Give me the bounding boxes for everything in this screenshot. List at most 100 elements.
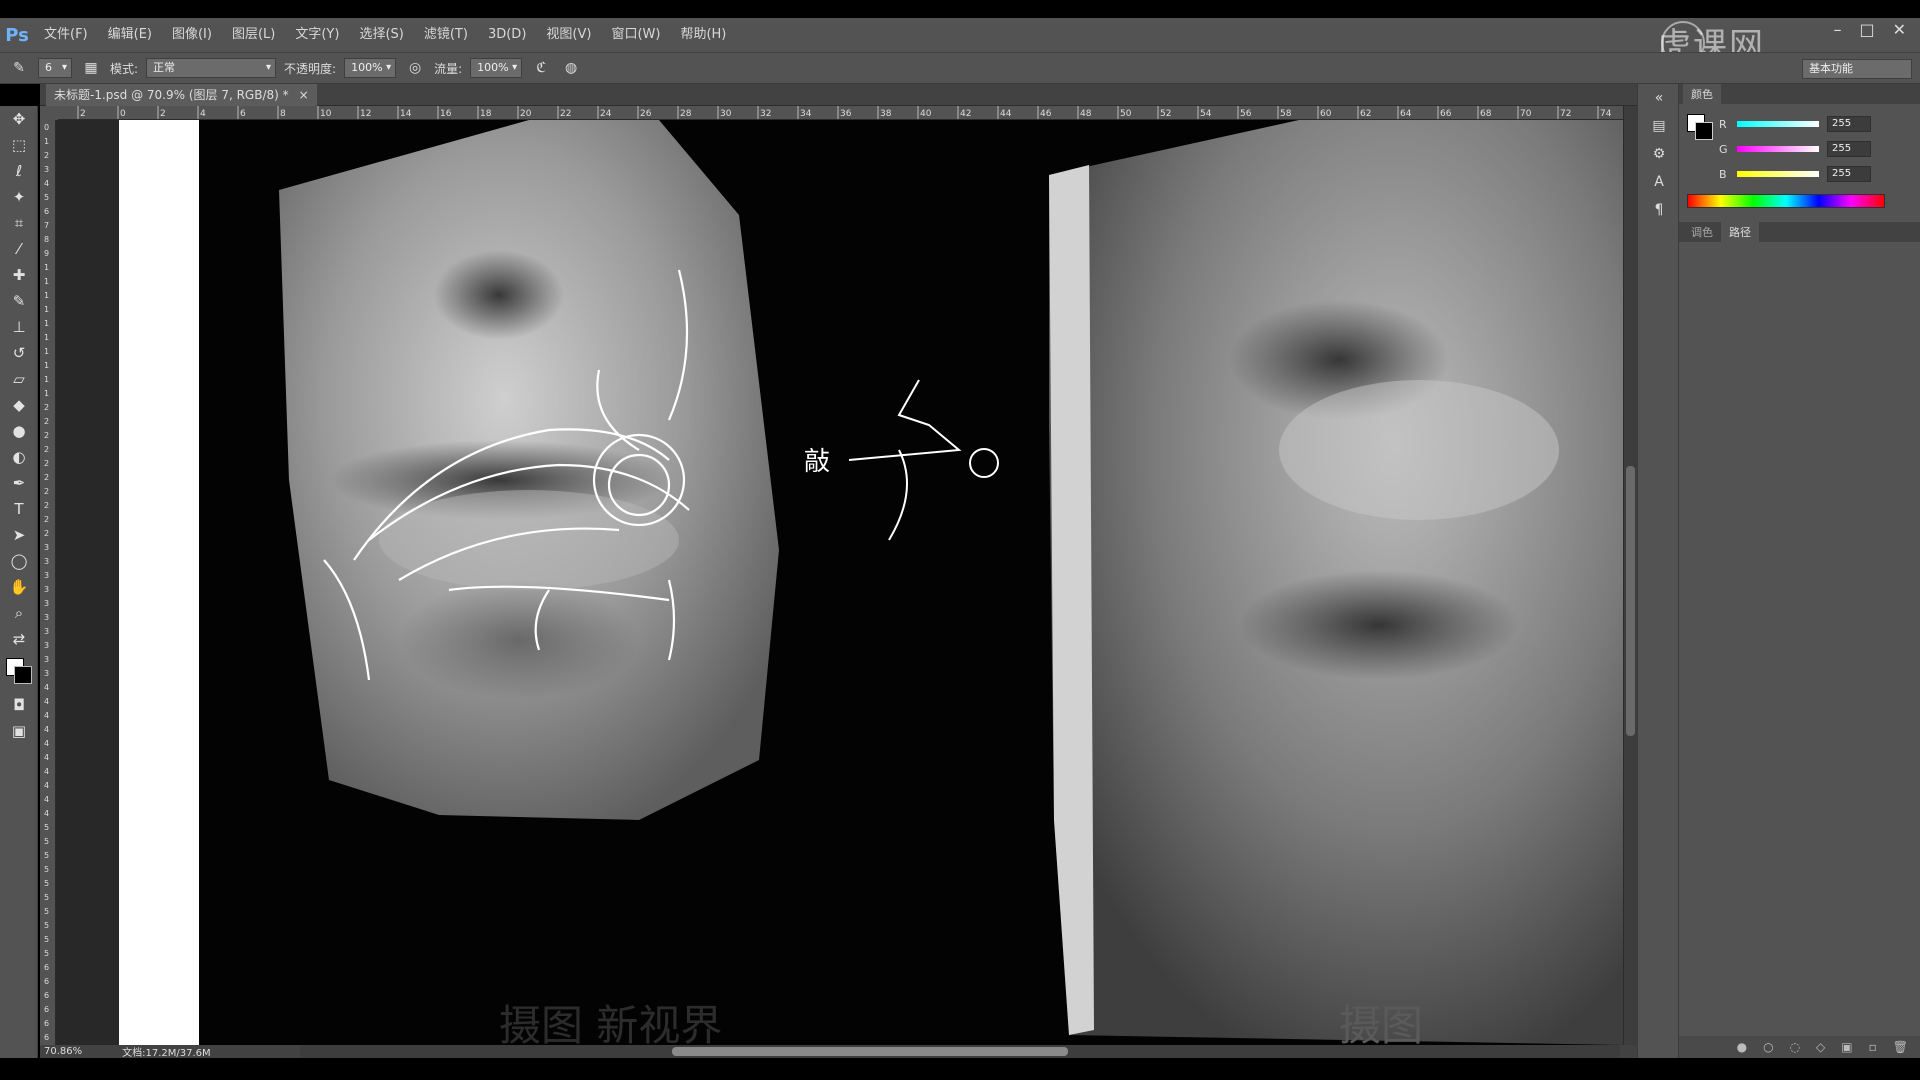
vertical-scroll-thumb[interactable]: [1626, 466, 1635, 736]
character-panel-icon[interactable]: A: [1638, 168, 1680, 196]
lasso-tool-icon[interactable]: ℓ: [0, 158, 38, 184]
blue-value[interactable]: 255: [1827, 166, 1871, 182]
magic-wand-tool-icon[interactable]: ✦: [0, 184, 38, 210]
blue-slider-row: B 255: [1719, 166, 1871, 182]
pressure-size-icon[interactable]: ◍: [560, 57, 582, 79]
ruler-left-label: 1: [44, 389, 49, 398]
ruler-left-label: 4: [44, 809, 49, 818]
brush-panel-icon[interactable]: ▦: [80, 57, 102, 79]
new-path-icon[interactable]: ▫: [1869, 1040, 1877, 1054]
make-path-icon[interactable]: ◇: [1816, 1040, 1825, 1054]
ruler-left-label: 5: [44, 823, 49, 832]
ruler-left-label: 5: [44, 921, 49, 930]
history-panel-icon[interactable]: ▤: [1638, 112, 1680, 140]
menu-help[interactable]: 帮助(H): [670, 18, 736, 52]
foreground-background-colors[interactable]: [0, 652, 38, 692]
crop-tool-icon[interactable]: ⌗: [0, 210, 38, 236]
blur-tool-icon[interactable]: ●: [0, 418, 38, 444]
collapse-icon[interactable]: «: [1638, 84, 1680, 112]
canvas-area[interactable]: 敲 摄图 新视界 摄图: [56, 120, 1623, 1045]
minimize-icon[interactable]: –: [1833, 20, 1841, 39]
pen-tool-icon[interactable]: ✒: [0, 470, 38, 496]
load-selection-icon[interactable]: ◌: [1790, 1040, 1800, 1054]
tab-paths[interactable]: 路径: [1721, 222, 1759, 242]
menu-view[interactable]: 视图(V): [536, 18, 601, 52]
pressure-opacity-icon[interactable]: ◎: [404, 57, 426, 79]
color-spectrum[interactable]: [1687, 194, 1885, 208]
vertical-scrollbar[interactable]: [1623, 106, 1637, 1045]
eyedropper-tool-icon[interactable]: ⁄: [0, 236, 38, 262]
menu-type[interactable]: 文字(Y): [285, 18, 349, 52]
eraser-tool-icon[interactable]: ▱: [0, 366, 38, 392]
path-selection-tool-icon[interactable]: ➤: [0, 522, 38, 548]
ruler-left-label: 2: [44, 501, 49, 510]
marquee-tool-icon[interactable]: ⬚: [0, 132, 38, 158]
ruler-left-label: 6: [44, 1019, 49, 1028]
mode-select[interactable]: 正常: [146, 58, 277, 78]
properties-panel-icon[interactable]: ⚙: [1638, 140, 1680, 168]
menu-image[interactable]: 图像(I): [162, 18, 222, 52]
ruler-top-label: 0: [120, 109, 126, 119]
delete-icon[interactable]: 🗑: [1893, 1040, 1908, 1054]
ruler-top-label: 36: [840, 109, 852, 119]
horizontal-scrollbar[interactable]: [300, 1045, 1620, 1058]
quick-mask-icon[interactable]: ◘: [0, 692, 38, 718]
menu-window[interactable]: 窗口(W): [601, 18, 670, 52]
ruler-left-label: 5: [44, 193, 49, 202]
menu-select[interactable]: 选择(S): [349, 18, 413, 52]
green-slider[interactable]: [1737, 146, 1819, 152]
zoom-level[interactable]: 70.86%: [44, 1046, 82, 1057]
menu-filter[interactable]: 滤镜(T): [414, 18, 478, 52]
dodge-tool-icon[interactable]: ◐: [0, 444, 38, 470]
red-slider[interactable]: [1737, 121, 1819, 127]
close-icon[interactable]: ✕: [1893, 20, 1906, 39]
type-tool-icon[interactable]: T: [0, 496, 38, 522]
ruler-top-label: 74: [1600, 109, 1612, 119]
workspace-select[interactable]: 基本功能: [1802, 59, 1912, 79]
screen-mode-icon[interactable]: ▣: [0, 718, 38, 744]
ruler-left-label: 3: [44, 655, 49, 664]
green-value[interactable]: 255: [1827, 141, 1871, 157]
ruler-left-label: 2: [44, 529, 49, 538]
ruler-top-label: 8: [280, 109, 286, 119]
document-close-icon[interactable]: ×: [299, 84, 309, 106]
brush-tool-icon[interactable]: ✎: [8, 57, 30, 79]
ruler-left-label: 2: [44, 417, 49, 426]
horizontal-scroll-thumb[interactable]: [672, 1047, 1068, 1056]
healing-brush-tool-icon[interactable]: ✚: [0, 262, 38, 288]
history-brush-tool-icon[interactable]: ↺: [0, 340, 38, 366]
ruler-left-label: 2: [44, 473, 49, 482]
canvas-image[interactable]: 敲 摄图 新视界 摄图: [199, 120, 1623, 1045]
menu-edit[interactable]: 编辑(E): [98, 18, 162, 52]
clone-stamp-tool-icon[interactable]: ⊥: [0, 314, 38, 340]
ellipse-tool-icon[interactable]: ◯: [0, 548, 38, 574]
tab-adjust[interactable]: 调色: [1683, 222, 1721, 242]
zoom-tool-icon[interactable]: ⌕: [0, 600, 38, 626]
airbrush-icon[interactable]: ℭ: [530, 57, 552, 79]
color-panel-background[interactable]: [1695, 122, 1713, 140]
background-color-swatch[interactable]: [14, 666, 32, 684]
red-slider-row: R 255: [1719, 116, 1871, 132]
brush-size-select[interactable]: 6: [38, 58, 72, 78]
menu-file[interactable]: 文件(F): [34, 18, 98, 52]
hand-tool-icon[interactable]: ✋: [0, 574, 38, 600]
swap-colors-icon[interactable]: ⇄: [0, 626, 38, 652]
flow-select[interactable]: 100%: [470, 58, 523, 78]
fill-path-icon[interactable]: ●: [1737, 1040, 1747, 1054]
stroke-path-icon[interactable]: ○: [1763, 1040, 1773, 1054]
brush-tool-icon[interactable]: ✎: [0, 288, 38, 314]
blue-slider[interactable]: [1737, 171, 1819, 177]
red-value[interactable]: 255: [1827, 116, 1871, 132]
add-mask-icon[interactable]: ▣: [1841, 1040, 1852, 1054]
paint-bucket-tool-icon[interactable]: ◆: [0, 392, 38, 418]
tab-color[interactable]: 颜色: [1683, 84, 1721, 104]
menu-3d[interactable]: 3D(D): [478, 18, 536, 52]
opacity-select[interactable]: 100%: [344, 58, 397, 78]
paragraph-panel-icon[interactable]: ¶: [1638, 196, 1680, 224]
ruler-left-label: 3: [44, 543, 49, 552]
menu-layer[interactable]: 图层(L): [222, 18, 285, 52]
document-tab[interactable]: 未标题-1.psd @ 70.9% (图层 7, RGB/8) * ×: [46, 84, 317, 106]
move-tool-icon[interactable]: ✥: [0, 106, 38, 132]
ruler-top-label: 32: [760, 109, 771, 119]
maximize-icon[interactable]: □: [1859, 20, 1874, 39]
